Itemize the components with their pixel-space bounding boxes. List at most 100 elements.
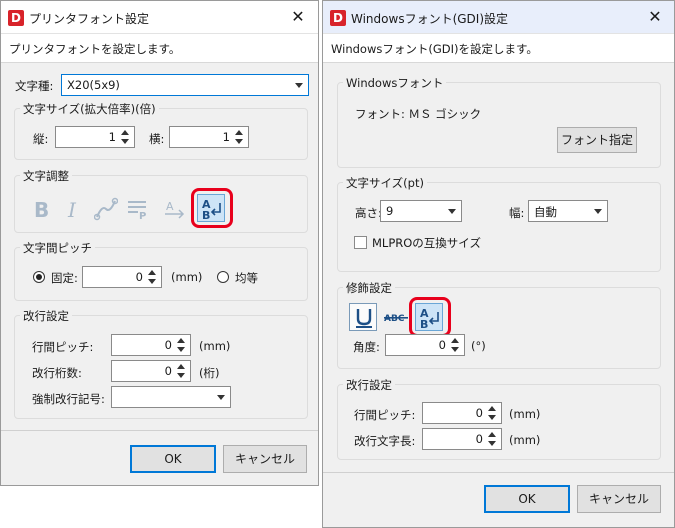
windows-font-group-label: Windowsフォント: [343, 75, 447, 91]
spin-arrows-icon[interactable]: [176, 336, 187, 354]
equal-radio[interactable]: [217, 271, 229, 283]
char-size-group-label: 文字サイズ(拡大倍率)(倍): [20, 101, 159, 117]
angle-label: 角度:: [353, 340, 380, 354]
paragraph-align-icon[interactable]: P: [124, 195, 152, 223]
horizontal-value: 1: [222, 130, 230, 144]
highlight-frame: [191, 188, 233, 228]
chevron-down-icon: [448, 209, 456, 214]
gdi-line-pitch-value: 0: [475, 406, 483, 420]
title-bar: D Windowsフォント(GDI)設定 ✕: [323, 1, 674, 33]
line-pitch-label: 行間ピッチ:: [32, 340, 94, 354]
description-text: プリンタフォントを設定します。: [9, 42, 181, 56]
dialog-footer: OK キャンセル: [323, 472, 674, 527]
spin-arrows-icon[interactable]: [120, 128, 131, 146]
forced-select[interactable]: [111, 386, 231, 408]
decoration-group-label: 修飾設定: [343, 280, 395, 296]
spin-arrows-icon[interactable]: [147, 268, 158, 286]
dialog-title: Windowsフォント(GDI)設定: [351, 12, 509, 26]
svg-text:B: B: [34, 198, 49, 221]
close-icon[interactable]: ✕: [641, 5, 669, 29]
svg-text:ABC: ABC: [384, 314, 405, 324]
fixed-radio[interactable]: [33, 271, 45, 283]
angle-unit: (°): [471, 339, 486, 353]
digits-unit: (桁): [199, 366, 220, 380]
highlight-frame: [409, 297, 451, 337]
gdi-font-dialog: D Windowsフォント(GDI)設定 ✕ Windowsフォント(GDI)を…: [322, 0, 675, 528]
font-size-group-label: 文字サイズ(pt): [343, 175, 427, 191]
char-type-select[interactable]: X20(5x9): [61, 74, 309, 96]
printer-font-dialog: D プリンタフォント設定 ✕ プリンタフォントを設定します。 文字種: X20(…: [0, 0, 319, 486]
forced-label: 強制改行記号:: [32, 392, 105, 406]
ok-button[interactable]: OK: [130, 445, 216, 473]
spin-arrows-icon[interactable]: [487, 404, 498, 422]
underline-icon[interactable]: [349, 303, 377, 331]
chevron-down-icon: [295, 83, 303, 88]
italic-icon[interactable]: I: [60, 195, 88, 223]
font-specify-button[interactable]: フォント指定: [557, 127, 637, 153]
digits-label: 改行桁数:: [32, 366, 82, 380]
svg-text:A: A: [166, 200, 174, 213]
digits-stepper[interactable]: 0: [111, 360, 191, 382]
height-value: 9: [386, 204, 394, 218]
linefeed-group-label: 改行設定: [20, 308, 72, 324]
font-size-group: [337, 182, 661, 272]
char-type-value: X20(5x9): [67, 78, 120, 92]
line-pitch-unit: (mm): [199, 339, 231, 353]
gdi-line-pitch-label: 行間ピッチ:: [354, 408, 416, 422]
windows-font-group: [337, 82, 661, 168]
strikethrough-icon[interactable]: ABC: [382, 303, 410, 331]
app-logo-icon: D: [8, 10, 24, 26]
vertical-label: 縦:: [33, 132, 49, 146]
compat-size-label: MLPROの互換サイズ: [372, 236, 481, 250]
cancel-button[interactable]: キャンセル: [223, 445, 307, 473]
char-adjust-group-label: 文字調整: [20, 168, 72, 184]
pitch-group-label: 文字間ピッチ: [20, 240, 95, 256]
width-label: 幅:: [509, 206, 525, 220]
line-length-unit: (mm): [509, 433, 541, 447]
ok-button[interactable]: OK: [484, 485, 570, 513]
angle-value: 0: [438, 338, 446, 352]
cancel-button[interactable]: キャンセル: [577, 485, 661, 513]
fixed-label: 固定:: [51, 271, 78, 285]
line-pitch-value: 0: [164, 338, 172, 352]
app-logo-icon: D: [330, 10, 346, 26]
char-type-label: 文字種:: [15, 79, 54, 93]
line-pitch-stepper[interactable]: 0: [111, 334, 191, 356]
digits-value: 0: [164, 364, 172, 378]
spin-arrows-icon[interactable]: [234, 128, 245, 146]
gdi-linefeed-group-label: 改行設定: [343, 377, 395, 393]
close-icon[interactable]: ✕: [284, 5, 312, 29]
gdi-line-pitch-stepper[interactable]: 0: [422, 402, 502, 424]
horizontal-label: 横:: [149, 132, 165, 146]
fixed-pitch-unit: (mm): [171, 270, 203, 284]
curve-path-icon[interactable]: [92, 195, 120, 223]
equal-label: 均等: [235, 271, 258, 285]
fixed-pitch-stepper[interactable]: 0: [82, 266, 162, 288]
spin-arrows-icon[interactable]: [450, 336, 461, 354]
gdi-line-pitch-unit: (mm): [509, 407, 541, 421]
line-length-stepper[interactable]: 0: [422, 428, 502, 450]
height-select[interactable]: 9: [380, 200, 462, 222]
spin-arrows-icon[interactable]: [176, 362, 187, 380]
angle-stepper[interactable]: 0: [385, 334, 465, 356]
width-value: 自動: [534, 205, 557, 219]
chevron-down-icon: [594, 209, 602, 214]
description-bar: プリンタフォントを設定します。: [1, 33, 318, 63]
svg-text:I: I: [67, 198, 77, 221]
spin-arrows-icon[interactable]: [487, 430, 498, 448]
dialog-title: プリンタフォント設定: [29, 12, 150, 26]
vertical-value: 1: [108, 130, 116, 144]
height-label: 高さ:: [355, 206, 382, 220]
description-text: Windowsフォント(GDI)を設定します。: [331, 42, 538, 56]
fixed-pitch-value: 0: [135, 270, 143, 284]
compat-size-checkbox[interactable]: [354, 236, 367, 249]
vertical-stepper[interactable]: 1: [55, 126, 135, 148]
text-direction-icon[interactable]: A: [161, 195, 189, 223]
line-length-label: 改行文字長:: [354, 434, 416, 448]
description-bar: Windowsフォント(GDI)を設定します。: [323, 33, 674, 63]
horizontal-stepper[interactable]: 1: [169, 126, 249, 148]
width-select[interactable]: 自動: [528, 200, 608, 222]
font-name-text: フォント: ＭＳ ゴシック: [355, 107, 482, 121]
title-bar: D プリンタフォント設定 ✕: [1, 1, 318, 33]
bold-icon[interactable]: B: [28, 195, 56, 223]
